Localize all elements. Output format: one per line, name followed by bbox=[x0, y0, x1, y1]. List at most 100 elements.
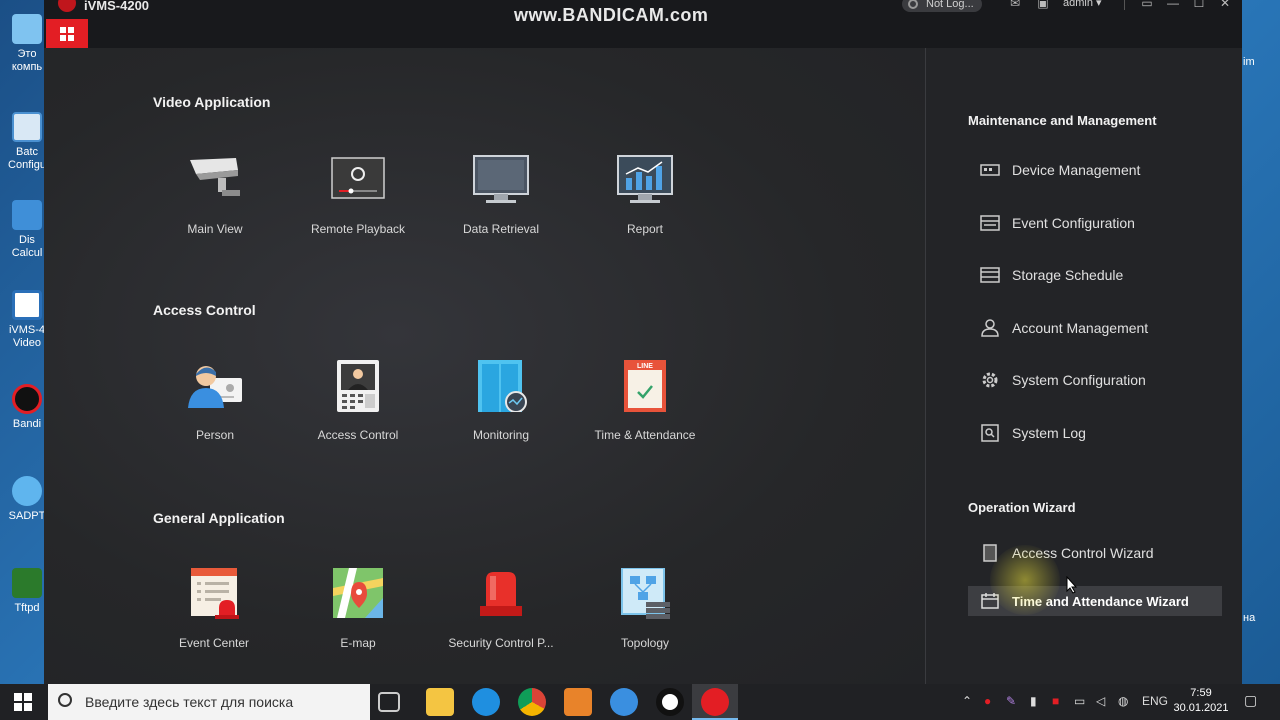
tile-label: Time & Attendance bbox=[594, 428, 696, 442]
tile-data-retrieval[interactable]: Data Retrieval bbox=[436, 154, 566, 236]
maximize-icon[interactable]: ☐ bbox=[1192, 0, 1206, 10]
language-indicator[interactable]: ENG bbox=[1142, 694, 1168, 708]
title-separator bbox=[1124, 0, 1125, 10]
tile-label: Report bbox=[626, 222, 664, 236]
windows-start-icon[interactable] bbox=[14, 693, 32, 711]
tray-app-icon[interactable]: ■ bbox=[1052, 694, 1059, 708]
battery-icon[interactable]: ▭ bbox=[1074, 694, 1085, 708]
calendar-icon: LINE bbox=[616, 360, 674, 412]
tile-report[interactable]: Report bbox=[580, 154, 710, 236]
window-title: iVMS-4200 bbox=[84, 0, 150, 13]
screen: Это компь Batc Configu Dis Calcul iVMS-4… bbox=[0, 0, 1280, 720]
tray-pen-icon[interactable]: ✎ bbox=[1006, 694, 1016, 708]
tftp-icon bbox=[12, 568, 42, 598]
tile-person[interactable]: Person bbox=[150, 360, 280, 442]
ivms-grid-icon bbox=[12, 290, 42, 320]
lock-icon[interactable]: ▭ bbox=[1140, 0, 1154, 10]
tile-label: Access Control bbox=[317, 428, 399, 442]
section-title-access: Access Control bbox=[153, 302, 256, 318]
image-icon[interactable]: ▣ bbox=[1036, 0, 1050, 10]
calendar-badge-text: LINE bbox=[637, 363, 653, 370]
topology-icon bbox=[616, 567, 674, 620]
cursor-highlight bbox=[990, 545, 1060, 615]
notification-icon[interactable]: ▢ bbox=[1244, 692, 1257, 709]
access-terminal-icon bbox=[329, 360, 387, 412]
taskbar: Введите здесь текст для поиска ⌃ ● ✎ ▮ ■… bbox=[0, 684, 1280, 720]
file-explorer-icon[interactable] bbox=[426, 688, 454, 716]
side-item-device-management[interactable]: Device Management bbox=[968, 155, 1222, 185]
config-tool-icon bbox=[12, 112, 42, 142]
report-chart-icon bbox=[616, 154, 674, 206]
login-status-text: Not Log... bbox=[926, 0, 974, 10]
grid-icon bbox=[60, 27, 74, 41]
edge-browser-icon[interactable] bbox=[472, 688, 500, 716]
log-icon bbox=[980, 424, 1000, 442]
section-title-general: General Application bbox=[153, 510, 285, 526]
cloud-status-icon bbox=[908, 0, 918, 9]
side-item-label: Storage Schedule bbox=[1012, 267, 1124, 283]
tile-monitoring[interactable]: Monitoring bbox=[436, 360, 566, 442]
tile-time-attendance[interactable]: LINE Time & Attendance bbox=[580, 360, 710, 442]
tile-access-control[interactable]: Access Control bbox=[293, 360, 423, 442]
camera-icon bbox=[186, 154, 244, 206]
taskbar-search-box[interactable]: Введите здесь текст для поиска bbox=[48, 684, 370, 720]
login-status[interactable]: Not Log... bbox=[902, 0, 982, 12]
siren-icon bbox=[472, 568, 530, 620]
tile-label: Topology bbox=[620, 636, 670, 650]
section-title-video: Video Application bbox=[153, 94, 271, 110]
tile-security-control-panel[interactable]: Security Control P... bbox=[436, 568, 566, 650]
side-item-storage-schedule[interactable]: Storage Schedule bbox=[968, 260, 1222, 290]
record-icon bbox=[12, 384, 42, 414]
user-name: admin bbox=[1063, 0, 1093, 9]
tile-main-view[interactable]: Main View bbox=[150, 154, 280, 236]
tray-expand-icon[interactable]: ⌃ bbox=[962, 694, 972, 708]
side-item-label: System Configuration bbox=[1012, 372, 1146, 388]
tile-label: E-map bbox=[340, 636, 376, 650]
side-item-account-management[interactable]: Account Management bbox=[968, 313, 1222, 343]
mouse-cursor-icon bbox=[1066, 576, 1078, 594]
minimize-icon[interactable]: — bbox=[1166, 0, 1180, 10]
tile-event-center[interactable]: Event Center bbox=[149, 568, 279, 650]
search-placeholder: Введите здесь текст для поиска bbox=[85, 694, 294, 710]
side-title-maintenance: Maintenance and Management bbox=[968, 113, 1157, 128]
playback-icon bbox=[329, 154, 387, 206]
tile-label: Event Center bbox=[178, 636, 250, 650]
device-icon bbox=[980, 161, 1000, 179]
bandicam-record-icon[interactable] bbox=[656, 688, 684, 716]
tray-mic-icon[interactable]: ▮ bbox=[1030, 694, 1037, 708]
system-clock[interactable]: 7:59 30.01.2021 bbox=[1172, 686, 1230, 716]
calculator-icon bbox=[12, 200, 42, 230]
network-tool-icon[interactable] bbox=[610, 688, 638, 716]
tile-label: Data Retrieval bbox=[462, 222, 540, 236]
tile-topology[interactable]: Topology bbox=[580, 567, 710, 650]
side-item-system-configuration[interactable]: System Configuration bbox=[968, 365, 1222, 395]
tile-emap[interactable]: E-map bbox=[293, 568, 423, 650]
chrome-icon[interactable] bbox=[518, 688, 546, 716]
clock-time: 7:59 bbox=[1190, 687, 1212, 699]
title-bar: iVMS-4200 www.BANDICAM.com Not Log... ✉ … bbox=[44, 0, 1242, 49]
sublime-icon[interactable] bbox=[564, 688, 592, 716]
ivms-window: iVMS-4200 www.BANDICAM.com Not Log... ✉ … bbox=[44, 0, 1242, 684]
desktop-edge-label: im bbox=[1243, 56, 1255, 68]
map-pin-icon bbox=[329, 568, 387, 620]
tile-label: Security Control P... bbox=[448, 636, 554, 650]
tile-remote-playback[interactable]: Remote Playback bbox=[293, 154, 423, 236]
volume-icon[interactable]: ◁ bbox=[1096, 694, 1105, 708]
mail-icon[interactable]: ✉ bbox=[1008, 0, 1022, 10]
side-item-event-configuration[interactable]: Event Configuration bbox=[968, 208, 1222, 238]
event-alarm-icon bbox=[185, 568, 243, 620]
task-view-icon[interactable] bbox=[378, 692, 400, 712]
side-panel: Maintenance and Management Device Manage… bbox=[926, 48, 1242, 684]
close-icon[interactable]: ✕ bbox=[1218, 0, 1232, 10]
side-title-wizard: Operation Wizard bbox=[968, 500, 1076, 515]
network-globe-icon[interactable]: ◍ bbox=[1118, 694, 1128, 708]
side-item-system-log[interactable]: System Log bbox=[968, 418, 1222, 448]
door-monitor-icon bbox=[472, 360, 530, 413]
clock-date: 30.01.2021 bbox=[1173, 702, 1229, 714]
recording-watermark: www.BANDICAM.com bbox=[514, 5, 709, 25]
user-menu[interactable]: admin ▾ bbox=[1063, 0, 1102, 9]
tray-record-icon[interactable]: ● bbox=[984, 694, 991, 708]
main-menu-button[interactable] bbox=[46, 19, 88, 49]
ivms-taskbar-button[interactable] bbox=[692, 684, 738, 720]
computer-icon bbox=[12, 14, 42, 44]
